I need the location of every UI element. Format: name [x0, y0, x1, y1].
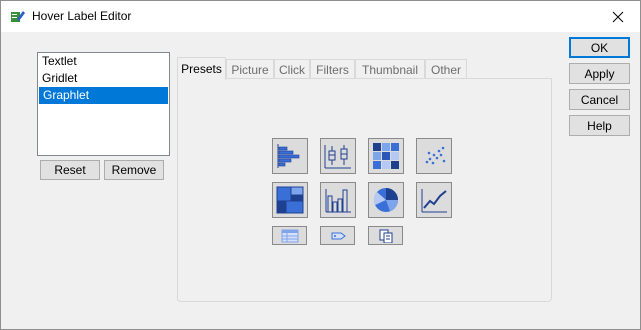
bar-chart-icon [277, 144, 300, 168]
table-icon [281, 229, 298, 242]
copy-paste-icon [379, 229, 392, 243]
list-item-gridlet[interactable]: Gridlet [38, 70, 169, 87]
preset-heatmap[interactable] [368, 138, 404, 174]
title-bar: Hover Label Editor [1, 1, 640, 32]
tab-picture[interactable]: Picture [226, 59, 274, 79]
preset-pie-chart[interactable] [368, 182, 404, 218]
line-chart-icon [421, 189, 447, 213]
preset-scatter-plot[interactable] [416, 138, 452, 174]
reset-button[interactable]: Reset [40, 160, 100, 180]
pie-chart-icon [373, 188, 398, 212]
window-title: Hover Label Editor [32, 9, 132, 23]
tab-thumbnail[interactable]: Thumbnail [355, 59, 425, 79]
preset-box-plot[interactable] [320, 138, 356, 174]
apply-button[interactable]: Apply [569, 63, 630, 84]
treemap-icon [276, 186, 304, 214]
preset-histogram[interactable] [320, 182, 356, 218]
cancel-button[interactable]: Cancel [569, 89, 630, 110]
hover-label-type-list[interactable]: Textlet Gridlet Graphlet [37, 52, 170, 156]
tab-other[interactable]: Other [425, 59, 467, 79]
app-icon [10, 9, 26, 25]
list-item-graphlet[interactable]: Graphlet [39, 87, 168, 104]
tab-filters[interactable]: Filters [310, 59, 355, 79]
tab-click[interactable]: Click [274, 59, 310, 79]
histogram-icon [325, 189, 351, 213]
help-button[interactable]: Help [569, 115, 630, 136]
close-icon [612, 11, 624, 22]
scatter-plot-icon [425, 146, 446, 165]
preset-label[interactable] [320, 226, 355, 245]
box-plot-icon [324, 145, 351, 169]
close-button[interactable] [596, 1, 640, 32]
list-item-textlet[interactable]: Textlet [38, 53, 169, 70]
hover-label-editor-dialog: Hover Label Editor Textlet Gridlet Graph… [0, 0, 641, 330]
ok-button[interactable]: OK [569, 37, 630, 58]
preset-copy[interactable] [368, 226, 403, 245]
preset-bar-chart[interactable] [272, 138, 308, 174]
preset-table[interactable] [272, 226, 307, 245]
remove-button[interactable]: Remove [104, 160, 164, 180]
heatmap-icon [373, 143, 399, 169]
preset-treemap[interactable] [272, 182, 308, 218]
tab-presets[interactable]: Presets [177, 57, 226, 80]
presets-panel [177, 78, 552, 302]
preset-line-chart[interactable] [416, 182, 452, 218]
label-tag-icon [331, 232, 346, 239]
